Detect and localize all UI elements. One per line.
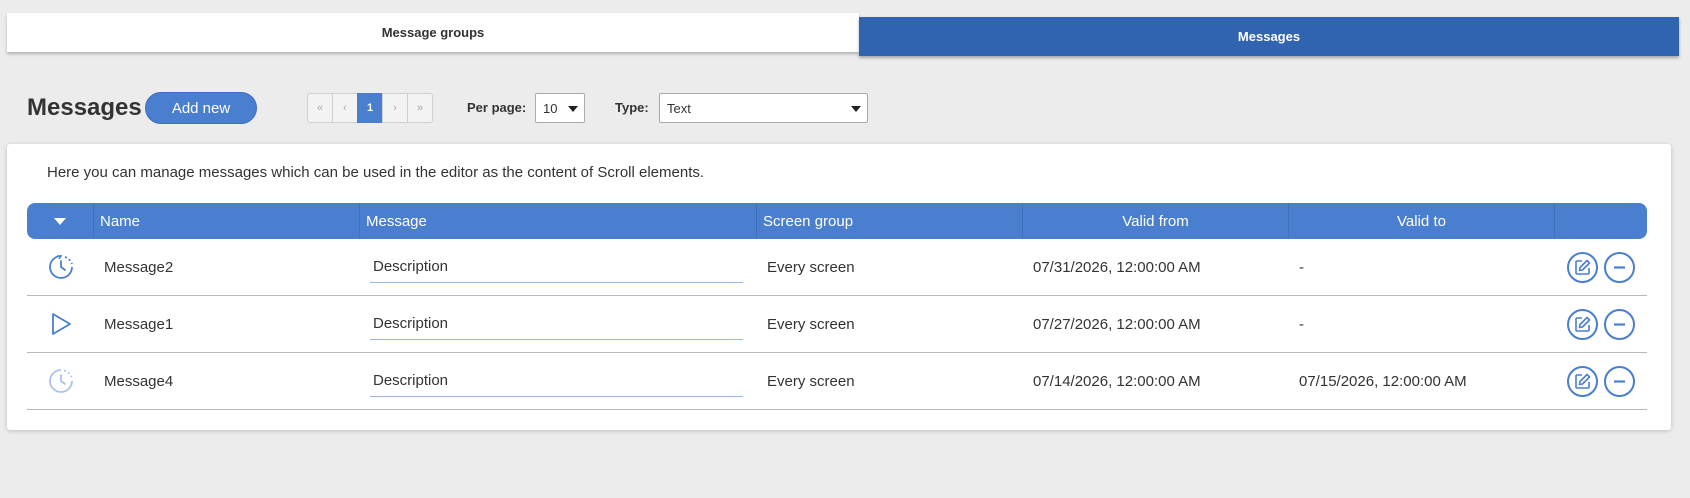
minus-icon <box>1614 265 1625 269</box>
table-header: Name Message Screen group Valid from Val… <box>27 203 1647 239</box>
edit-button[interactable] <box>1567 251 1598 283</box>
sort-toggle[interactable] <box>27 203 94 239</box>
row-message-cell <box>360 296 757 353</box>
row-message-cell <box>360 353 757 410</box>
row-valid-to: - <box>1299 258 1304 276</box>
play-icon <box>27 296 94 353</box>
chevron-down-icon <box>568 106 578 112</box>
row-valid-to: 07/15/2026, 12:00:00 AM <box>1299 372 1467 390</box>
row-valid-from: 07/27/2026, 12:00:00 AM <box>1033 315 1201 333</box>
type-label: Type: <box>615 100 649 115</box>
message-input[interactable] <box>370 365 743 397</box>
last-page-button[interactable]: » <box>407 93 433 123</box>
add-new-button[interactable]: Add new <box>145 92 257 124</box>
row-message-cell <box>360 239 757 296</box>
row-valid-from: 07/14/2026, 12:00:00 AM <box>1033 372 1201 390</box>
minus-icon <box>1614 379 1625 383</box>
edit-button[interactable] <box>1567 365 1598 397</box>
messages-panel: Here you can manage messages which can b… <box>7 144 1671 430</box>
messages-table: Name Message Screen group Valid from Val… <box>27 203 1647 410</box>
column-header-actions <box>1555 203 1647 239</box>
per-page-value: 10 <box>543 100 558 116</box>
type-select[interactable]: Text <box>659 93 868 123</box>
row-valid-to: - <box>1299 315 1304 333</box>
edit-icon <box>1575 259 1591 275</box>
tab-message-groups[interactable]: Message groups <box>7 13 859 52</box>
column-header-valid-from[interactable]: Valid from <box>1023 203 1289 239</box>
row-name: Message1 <box>104 315 174 333</box>
row-screen-group: Every screen <box>767 258 855 276</box>
scheduled-clock-icon <box>27 239 94 296</box>
row-screen-group: Every screen <box>767 315 855 333</box>
table-row: Message2 Every screen 07/31/2026, 12:00:… <box>27 239 1647 296</box>
pagination: « ‹ 1 › » <box>307 93 433 123</box>
edit-icon <box>1575 373 1591 389</box>
message-input[interactable] <box>370 308 743 340</box>
minus-icon <box>1614 322 1625 326</box>
row-valid-from: 07/31/2026, 12:00:00 AM <box>1033 258 1201 276</box>
per-page-select[interactable]: 10 <box>535 93 585 123</box>
delete-button[interactable] <box>1604 365 1635 397</box>
top-tabs: Message groups Messages <box>7 13 1679 56</box>
tab-messages[interactable]: Messages <box>859 17 1679 56</box>
edit-button[interactable] <box>1567 308 1598 340</box>
per-page-label: Per page: <box>467 100 527 115</box>
row-actions <box>1555 296 1647 353</box>
expired-clock-icon <box>27 353 94 410</box>
row-name: Message2 <box>104 258 174 276</box>
next-page-button[interactable]: › <box>382 93 408 123</box>
row-name: Message4 <box>104 372 174 390</box>
row-actions <box>1555 239 1647 296</box>
column-header-name[interactable]: Name <box>94 203 360 239</box>
chevron-down-icon <box>851 106 861 112</box>
type-value: Text <box>667 100 691 116</box>
delete-button[interactable] <box>1604 308 1635 340</box>
table-row: Message1 Every screen 07/27/2026, 12:00:… <box>27 296 1647 353</box>
row-screen-group: Every screen <box>767 372 855 390</box>
page-1-button[interactable]: 1 <box>357 93 383 123</box>
column-header-screen-group[interactable]: Screen group <box>757 203 1023 239</box>
table-row: Message4 Every screen 07/14/2026, 12:00:… <box>27 353 1647 410</box>
edit-icon <box>1575 316 1591 332</box>
message-input[interactable] <box>370 251 743 283</box>
column-header-message[interactable]: Message <box>360 203 757 239</box>
page-title: Messages <box>27 94 142 121</box>
delete-button[interactable] <box>1604 251 1635 283</box>
column-header-valid-to[interactable]: Valid to <box>1289 203 1555 239</box>
panel-description: Here you can manage messages which can b… <box>47 164 705 181</box>
row-actions <box>1555 353 1647 410</box>
prev-page-button[interactable]: ‹ <box>332 93 358 123</box>
sort-down-icon <box>54 217 66 225</box>
first-page-button[interactable]: « <box>307 93 333 123</box>
